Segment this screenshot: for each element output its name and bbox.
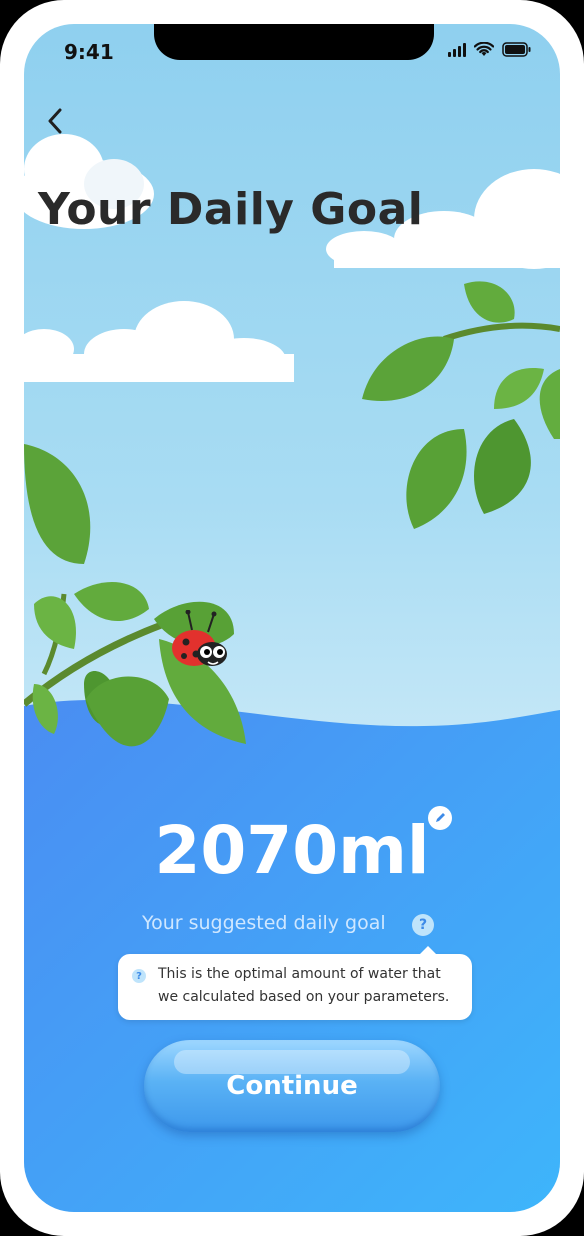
edit-goal-button[interactable] xyxy=(428,806,452,830)
back-arrow-icon xyxy=(48,108,62,134)
continue-label: Continue xyxy=(226,1071,358,1101)
leaf-icon xyxy=(362,281,560,529)
back-button[interactable] xyxy=(42,106,72,136)
status-icons xyxy=(448,42,532,57)
notch xyxy=(154,24,434,60)
question-icon: ? xyxy=(132,969,146,983)
info-tooltip: ? This is the optimal amount of water th… xyxy=(118,946,472,1020)
goal-value: 2070ml xyxy=(154,812,430,889)
page-title: Your Daily Goal xyxy=(38,184,424,235)
signal-icon xyxy=(448,42,466,57)
leaf-icon xyxy=(24,444,246,747)
goal-subtitle: Your suggested daily goal xyxy=(142,912,386,934)
phone-frame: 9:41 Your Daily Goal 2070ml Your suggest… xyxy=(0,0,584,1236)
battery-icon xyxy=(502,42,531,57)
tooltip-text: This is the optimal amount of water that… xyxy=(158,966,450,1005)
question-icon[interactable]: ? xyxy=(412,914,434,936)
edit-icon xyxy=(436,813,445,822)
screen: 9:41 Your Daily Goal 2070ml Your suggest… xyxy=(24,24,560,1212)
wifi-icon xyxy=(474,42,494,56)
cloud-icon xyxy=(24,301,294,382)
ladybug-icon xyxy=(172,610,227,666)
continue-button[interactable]: Continue xyxy=(144,1040,440,1132)
status-time: 9:41 xyxy=(64,40,114,64)
